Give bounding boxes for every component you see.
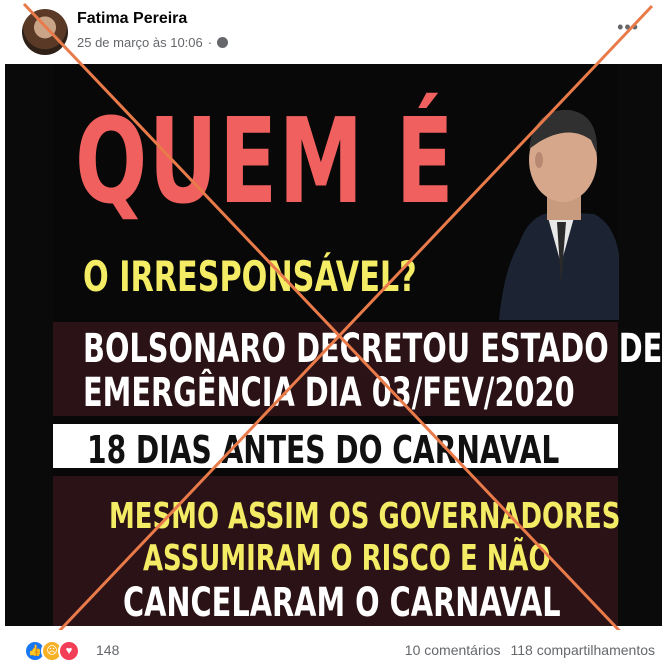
post-meta: 25 de março às 10:06 · xyxy=(77,35,229,50)
poster: QUEM É O IRRESPONSÁVEL? BOLSONARO DECRET… xyxy=(53,64,662,626)
post-header: Fatima Pereira 25 de março às 10:06 · ••… xyxy=(0,0,667,62)
reaction-count[interactable]: 148 xyxy=(96,642,119,658)
comments-count[interactable]: 10 comentários xyxy=(405,642,501,658)
headline-text: QUEM É xyxy=(75,92,456,230)
post-stats: 10 comentários 118 compartilhamentos xyxy=(405,642,655,658)
caption-line-5: ASSUMIRAM O RISCO E NÃO xyxy=(143,538,551,579)
reactions-bar[interactable]: 👍 ☹ ♥ xyxy=(24,640,80,662)
post-timestamp[interactable]: 25 de março às 10:06 xyxy=(77,35,203,50)
globe-icon xyxy=(217,37,229,48)
more-options-icon[interactable]: ••• xyxy=(617,17,639,38)
caption-line-6: CANCELARAM O CARNAVAL xyxy=(123,580,561,626)
caption-line-3: 18 DIAS ANTES DO CARNAVAL xyxy=(87,428,560,472)
caption-line-1: BOLSONARO DECRETOU ESTADO DE xyxy=(83,326,662,372)
question-text: O IRRESPONSÁVEL? xyxy=(83,252,417,301)
caption-line-2: EMERGÊNCIA DIA 03/FEV/2020 xyxy=(83,370,575,416)
shares-count[interactable]: 118 compartilhamentos xyxy=(511,642,655,658)
author-avatar[interactable] xyxy=(22,9,68,55)
author-name[interactable]: Fatima Pereira xyxy=(77,10,187,28)
post-image[interactable]: QUEM É O IRRESPONSÁVEL? BOLSONARO DECRET… xyxy=(5,64,662,626)
love-icon: ♥ xyxy=(58,640,80,662)
politician-photo xyxy=(499,109,619,320)
caption-line-4: MESMO ASSIM OS GOVERNADORES xyxy=(109,496,621,537)
